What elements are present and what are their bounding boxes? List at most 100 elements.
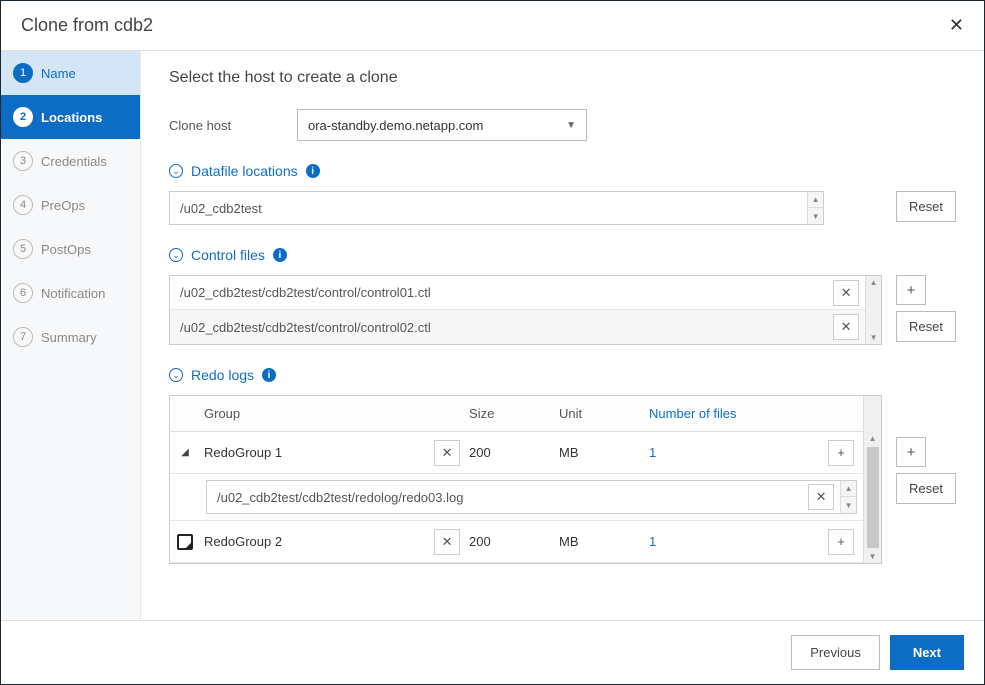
redo-size[interactable]: 200 <box>469 445 559 460</box>
step-label: Notification <box>41 286 105 301</box>
step-summary[interactable]: 7 Summary <box>1 315 140 359</box>
step-label: Summary <box>41 330 97 345</box>
content-panel: Select the host to create a clone Clone … <box>141 51 984 620</box>
next-button[interactable]: Next <box>890 635 964 670</box>
datafile-input[interactable]: /u02_cdb2test ▲ ▼ <box>169 191 824 225</box>
close-icon[interactable]: ✕ <box>949 15 964 36</box>
step-number: 1 <box>13 63 33 83</box>
info-icon[interactable]: i <box>262 368 276 382</box>
step-locations[interactable]: 2 Locations <box>1 95 140 139</box>
control-add-button[interactable]: + <box>896 275 926 305</box>
control-file-path: /u02_cdb2test/cdb2test/control/control02… <box>170 320 833 335</box>
step-label: PreOps <box>41 198 85 213</box>
add-file-button[interactable]: + <box>828 440 854 466</box>
info-icon[interactable]: i <box>273 248 287 262</box>
scrollbar[interactable]: ▲ ▼ <box>863 396 881 563</box>
redo-size[interactable]: 200 <box>469 534 559 549</box>
remove-icon[interactable]: ✕ <box>808 484 834 510</box>
datafile-section-header[interactable]: ⌄ Datafile locations i <box>169 163 956 179</box>
datafile-title: Datafile locations <box>191 163 298 179</box>
collapse-icon: ⌄ <box>169 164 183 178</box>
redo-group-row[interactable]: RedoGroup 2 ✕ 200MB1 + <box>170 521 863 563</box>
control-list: /u02_cdb2test/cdb2test/control/control01… <box>169 275 882 345</box>
step-number: 4 <box>13 195 33 215</box>
dialog-footer: Previous Next <box>1 620 984 684</box>
redo-unit[interactable]: MB <box>559 445 649 460</box>
scroll-down-icon[interactable]: ▼ <box>870 331 878 344</box>
redo-title: Redo logs <box>191 367 254 383</box>
spinner-down-icon[interactable]: ▼ <box>808 208 823 224</box>
datafile-row: /u02_cdb2test ▲ ▼ Reset <box>169 191 956 225</box>
clone-host-value: ora-standby.demo.netapp.com <box>308 118 483 133</box>
redo-section-header[interactable]: ⌄ Redo logs i <box>169 367 956 383</box>
step-number: 7 <box>13 327 33 347</box>
redo-file-path[interactable]: /u02_cdb2test/cdb2test/redolog/redo03.lo… <box>207 490 808 505</box>
step-label: Locations <box>41 110 102 125</box>
collapse-icon: ⌄ <box>169 368 183 382</box>
control-file-path: /u02_cdb2test/cdb2test/control/control01… <box>170 285 833 300</box>
step-number: 6 <box>13 283 33 303</box>
step-preops[interactable]: 4 PreOps <box>1 183 140 227</box>
remove-icon[interactable]: ✕ <box>833 280 859 306</box>
scroll-down-icon[interactable]: ▼ <box>869 550 877 563</box>
step-number: 2 <box>13 107 33 127</box>
collapse-icon: ⌄ <box>169 248 183 262</box>
control-title: Control files <box>191 247 265 263</box>
datafile-value: /u02_cdb2test <box>170 201 807 216</box>
dialog-body: 1Name 2 Locations 3 Credentials 4 PreOps 5 PostO… <box>1 51 984 620</box>
expand-box-icon[interactable] <box>177 534 193 550</box>
control-reset-button[interactable]: Reset <box>896 311 956 342</box>
clone-dialog: Clone from cdb2 ✕ 1Name 2 Locations 3 Creden… <box>0 0 985 685</box>
dialog-title: Clone from cdb2 <box>21 15 153 36</box>
control-file-row[interactable]: /u02_cdb2test/cdb2test/control/control01… <box>170 276 865 310</box>
redo-group-name: RedoGroup 2 <box>200 534 425 549</box>
redo-reset-button[interactable]: Reset <box>896 473 956 504</box>
remove-icon[interactable]: ✕ <box>434 529 460 555</box>
step-name[interactable]: 1Name <box>1 51 140 95</box>
spinner-up-icon[interactable]: ▲ <box>808 192 823 208</box>
col-numfiles: Number of files <box>649 406 819 421</box>
control-buttons: + Reset <box>896 275 956 342</box>
col-unit: Unit <box>559 406 649 421</box>
redo-add-button[interactable]: + <box>896 437 926 467</box>
redo-group-name: RedoGroup 1 <box>200 445 425 460</box>
step-postops[interactable]: 5 PostOps <box>1 227 140 271</box>
redo-file-row: /u02_cdb2test/cdb2test/redolog/redo03.lo… <box>170 474 863 521</box>
col-group: Group <box>200 406 425 421</box>
scroll-thumb[interactable] <box>867 447 879 548</box>
scroll-up-icon[interactable]: ▲ <box>870 276 878 289</box>
datafile-reset-button[interactable]: Reset <box>896 191 956 222</box>
step-number: 3 <box>13 151 33 171</box>
control-row: /u02_cdb2test/cdb2test/control/control01… <box>169 275 956 345</box>
scrollbar[interactable]: ▲ ▼ <box>865 276 881 344</box>
dialog-header: Clone from cdb2 ✕ <box>1 1 984 51</box>
redo-unit[interactable]: MB <box>559 534 649 549</box>
spinner-arrows: ▲ ▼ <box>807 192 823 224</box>
remove-icon[interactable]: ✕ <box>833 314 859 340</box>
info-icon[interactable]: i <box>306 164 320 178</box>
spinner-down-icon[interactable]: ▼ <box>841 497 856 513</box>
spinner-up-icon[interactable]: ▲ <box>841 481 856 497</box>
redo-buttons: + Reset <box>896 395 956 564</box>
previous-button[interactable]: Previous <box>791 635 880 670</box>
collapse-triangle-icon[interactable]: ◢ <box>181 447 189 458</box>
remove-icon[interactable]: ✕ <box>434 440 460 466</box>
step-label: Credentials <box>41 154 107 169</box>
wizard-sidebar: 1Name 2 Locations 3 Credentials 4 PreOps 5 PostO… <box>1 51 141 620</box>
step-label: PostOps <box>41 242 91 257</box>
redo-numfiles[interactable]: 1 <box>649 445 819 460</box>
chevron-down-icon: ▼ <box>566 120 576 131</box>
control-file-row[interactable]: /u02_cdb2test/cdb2test/control/control02… <box>170 310 865 344</box>
step-number: 5 <box>13 239 33 259</box>
scroll-up-icon[interactable]: ▲ <box>869 432 877 445</box>
redo-row: Group SizeUnitNumber of files ◢ RedoGroup 1… <box>169 395 956 564</box>
redo-header-row: Group SizeUnitNumber of files <box>170 396 863 432</box>
add-file-button[interactable]: + <box>828 529 854 555</box>
step-notification[interactable]: 6 Notification <box>1 271 140 315</box>
clone-host-select[interactable]: ora-standby.demo.netapp.com ▼ <box>297 109 587 141</box>
redo-group-row[interactable]: ◢ RedoGroup 1 ✕ 200MB1 + <box>170 432 863 474</box>
col-size: Size <box>469 406 559 421</box>
control-section-header[interactable]: ⌄ Control files i <box>169 247 956 263</box>
step-credentials[interactable]: 3 Credentials <box>1 139 140 183</box>
redo-numfiles[interactable]: 1 <box>649 534 819 549</box>
